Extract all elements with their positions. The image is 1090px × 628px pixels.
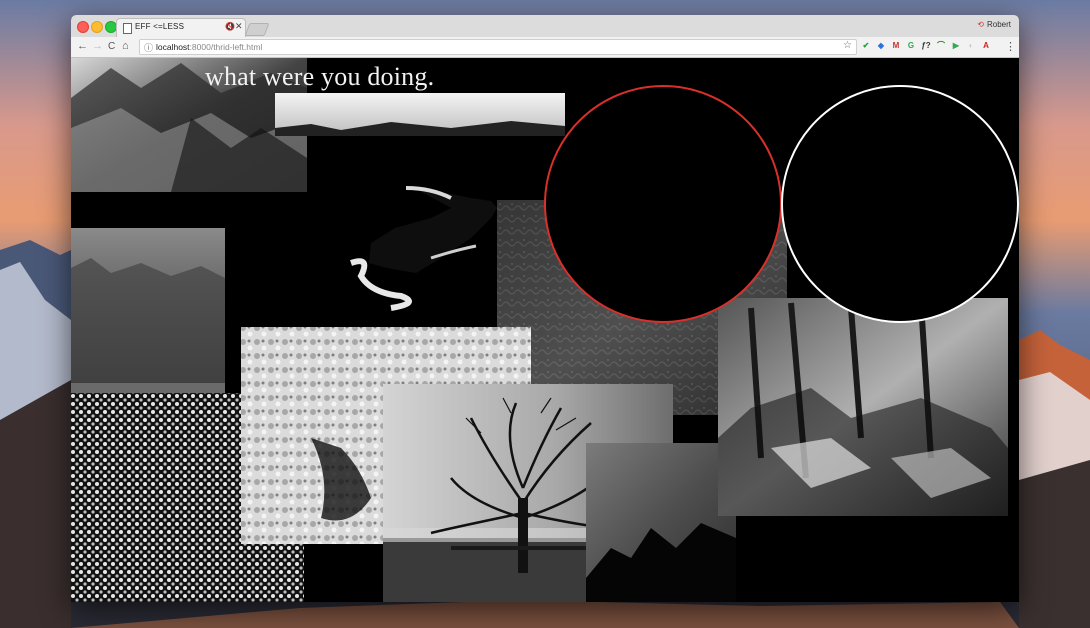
bookmark-star-icon[interactable]: ☆	[843, 40, 852, 51]
extension-icon[interactable]: A	[981, 41, 991, 51]
mute-icon[interactable]: 🔇	[225, 22, 235, 31]
address-bar[interactable]: ⓘ localhost:8000/thrid-left.html ☆	[139, 39, 857, 55]
white-circle[interactable]	[781, 85, 1019, 323]
home-button[interactable]: ⌂	[122, 40, 129, 52]
forward-button[interactable]: →	[92, 40, 103, 52]
page-heading: what were you doing.	[205, 62, 435, 91]
collage	[71, 58, 1019, 602]
tab-title: EFF <=LESS	[135, 22, 185, 31]
extension-icon[interactable]: ƒ?	[921, 41, 931, 51]
reload-button[interactable]: C	[108, 41, 115, 52]
image-night-forest	[586, 443, 736, 602]
profile-name: Robert	[986, 20, 1011, 29]
extension-icon[interactable]: G	[906, 41, 916, 51]
tab-close-icon[interactable]: ✕	[235, 21, 243, 32]
extension-icon[interactable]: ▶	[951, 41, 961, 51]
menu-icon[interactable]: ⋮	[1005, 40, 1016, 53]
profile-button[interactable]: ⟲ Robert	[977, 20, 1011, 29]
document-icon	[123, 23, 132, 34]
browser-window: EFF <=LESS 🔇 ✕ ⟲ Robert ← → C ⌂ ⓘ localho…	[71, 15, 1019, 602]
tab-active[interactable]: EFF <=LESS 🔇 ✕	[116, 18, 246, 38]
extension-icon[interactable]: ⌒	[936, 41, 946, 51]
image-forest-debris	[718, 298, 1008, 516]
close-window-button[interactable]	[77, 21, 89, 33]
extension-icon[interactable]: ◆	[876, 41, 886, 51]
new-tab-button[interactable]	[244, 23, 270, 36]
extension-icon[interactable]: ✔	[861, 41, 871, 51]
browser-toolbar: ← → C ⌂ ⓘ localhost:8000/thrid-left.html…	[71, 37, 1019, 58]
extension-icon[interactable]: M	[891, 41, 901, 51]
url-text: localhost:8000/thrid-left.html	[156, 42, 263, 52]
image-river-canyon	[350, 186, 497, 311]
tab-bar: EFF <=LESS 🔇 ✕ ⟲ Robert	[71, 15, 1019, 38]
image-sky-strip	[275, 93, 565, 136]
back-button[interactable]: ←	[77, 40, 88, 52]
info-icon[interactable]: ⓘ	[144, 41, 153, 54]
red-circle[interactable]	[544, 85, 782, 323]
page-viewport: what were you doing.	[71, 58, 1019, 602]
image-cliff	[71, 228, 225, 393]
minimize-window-button[interactable]	[91, 21, 103, 33]
profile-icon: ⟲	[977, 20, 984, 29]
extension-icon[interactable]: ◐	[966, 41, 976, 51]
